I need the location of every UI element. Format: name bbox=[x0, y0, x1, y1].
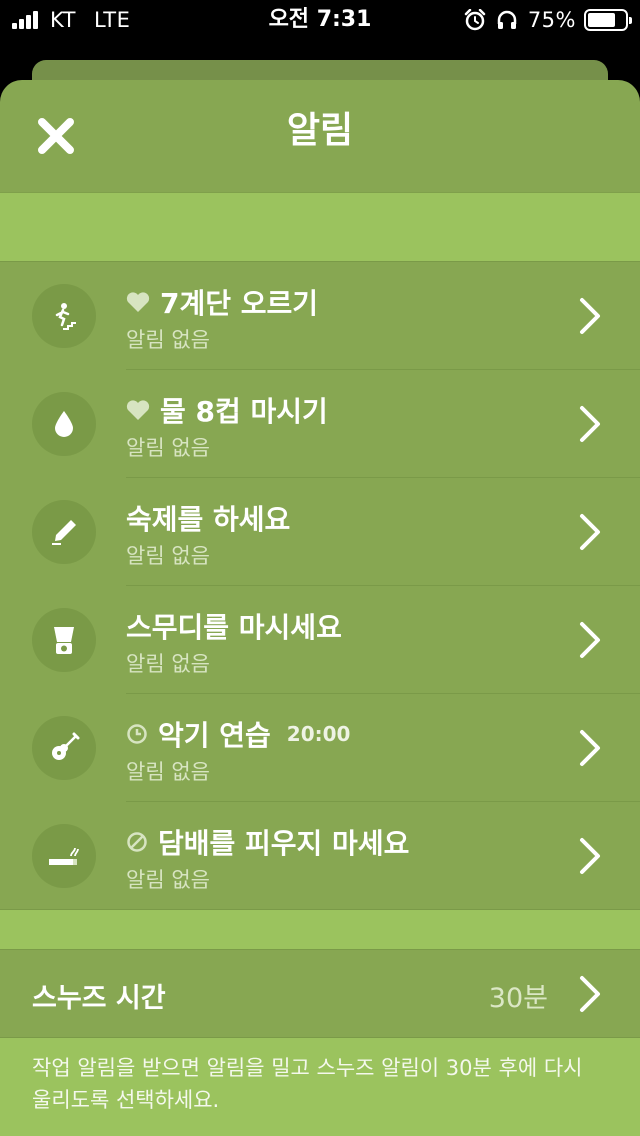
habit-subtitle: 알림 없음 bbox=[126, 436, 210, 460]
habit-title-text: 물 8컵 마시기 bbox=[160, 395, 328, 428]
chevron-right-icon bbox=[580, 298, 600, 334]
habit-time: 20:00 bbox=[286, 722, 351, 746]
habit-subtitle: 알림 없음 bbox=[126, 328, 210, 352]
habit-title: 물 8컵 마시기 bbox=[126, 390, 328, 430]
chevron-right-icon bbox=[580, 514, 600, 550]
habit-row-instrument[interactable]: 악기 연습 20:00 알림 없음 bbox=[0, 694, 640, 802]
status-bar: KT LTE 오전 7:31 75% bbox=[0, 0, 640, 40]
habit-title-text: 악기 연습 bbox=[158, 719, 271, 752]
habit-row-homework[interactable]: 숙제를 하세요 알림 없음 bbox=[0, 478, 640, 586]
status-right: 75% bbox=[464, 6, 632, 34]
snooze-description: 작업 알림을 받으면 알림을 밀고 스누즈 알림이 30분 후에 다시 울리도록… bbox=[0, 1038, 640, 1136]
habit-row-smoothie[interactable]: 스무디를 마시세요 알림 없음 bbox=[0, 586, 640, 694]
habit-icon-circle bbox=[32, 608, 96, 672]
habit-list: 7계단 오르기 알림 없음 물 8컵 마시기 알림 없음 숙제를 하세요 알림 … bbox=[0, 262, 640, 910]
reminders-sheet: 알림 7계단 오르기 알림 없음 물 8컵 마시기 알림 없음 숙제를 하세요 … bbox=[0, 80, 640, 1136]
habit-subtitle: 알림 없음 bbox=[126, 760, 210, 784]
battery-percent: 75% bbox=[527, 8, 576, 32]
habit-icon-circle bbox=[32, 392, 96, 456]
habit-title-text: 7계단 오르기 bbox=[160, 287, 319, 320]
page-title: 알림 bbox=[286, 110, 354, 151]
chevron-right-icon bbox=[580, 730, 600, 766]
habit-icon-circle bbox=[32, 500, 96, 564]
chevron-right-icon bbox=[580, 622, 600, 658]
habit-title: 7계단 오르기 bbox=[126, 282, 318, 322]
chevron-right-icon bbox=[580, 976, 600, 1012]
cigarette-icon bbox=[49, 847, 79, 865]
habit-title: 숙제를 하세요 bbox=[126, 498, 290, 538]
prohibited-icon bbox=[126, 831, 148, 853]
habit-title-text: 담배를 피우지 마세요 bbox=[158, 827, 410, 860]
habit-icon-circle bbox=[32, 824, 96, 888]
habit-row-no-smoking[interactable]: 담배를 피우지 마세요 알림 없음 bbox=[0, 802, 640, 910]
habit-subtitle: 알림 없음 bbox=[126, 652, 210, 676]
habit-title-text: 스무디를 마시세요 bbox=[126, 611, 342, 644]
habit-title: 담배를 피우지 마세요 bbox=[126, 822, 409, 862]
snooze-label: 스누즈 시간 bbox=[32, 983, 166, 1014]
heart-icon bbox=[126, 291, 150, 313]
habit-icon-circle bbox=[32, 716, 96, 780]
habit-row-stairs[interactable]: 7계단 오르기 알림 없음 bbox=[0, 262, 640, 370]
habit-title: 악기 연습 20:00 bbox=[126, 714, 350, 754]
habit-subtitle: 알림 없음 bbox=[126, 544, 210, 568]
row-divider bbox=[0, 909, 640, 910]
section-gap bbox=[0, 910, 640, 950]
pencil-icon bbox=[52, 520, 76, 545]
stairs-icon bbox=[55, 303, 76, 330]
habit-icon-circle bbox=[32, 284, 96, 348]
snooze-time-row[interactable]: 스누즈 시간 30분 bbox=[0, 950, 640, 1038]
habit-title: 스무디를 마시세요 bbox=[126, 606, 342, 646]
clock-icon bbox=[126, 723, 148, 745]
habit-row-water[interactable]: 물 8컵 마시기 알림 없음 bbox=[0, 370, 640, 478]
heart-icon bbox=[126, 399, 150, 421]
habit-title-text: 숙제를 하세요 bbox=[126, 503, 291, 536]
battery-icon bbox=[584, 9, 632, 31]
sheet-header: 알림 bbox=[0, 80, 640, 192]
snooze-value: 30분 bbox=[488, 983, 548, 1014]
chevron-right-icon bbox=[580, 838, 600, 874]
chevron-right-icon bbox=[580, 406, 600, 442]
water-drop-icon bbox=[55, 411, 73, 437]
blender-icon bbox=[54, 627, 74, 654]
alarm-clock-icon bbox=[464, 9, 486, 31]
top-band bbox=[0, 192, 640, 262]
headphones-icon bbox=[497, 10, 517, 29]
guitar-icon bbox=[52, 732, 80, 760]
habit-subtitle: 알림 없음 bbox=[126, 868, 210, 892]
